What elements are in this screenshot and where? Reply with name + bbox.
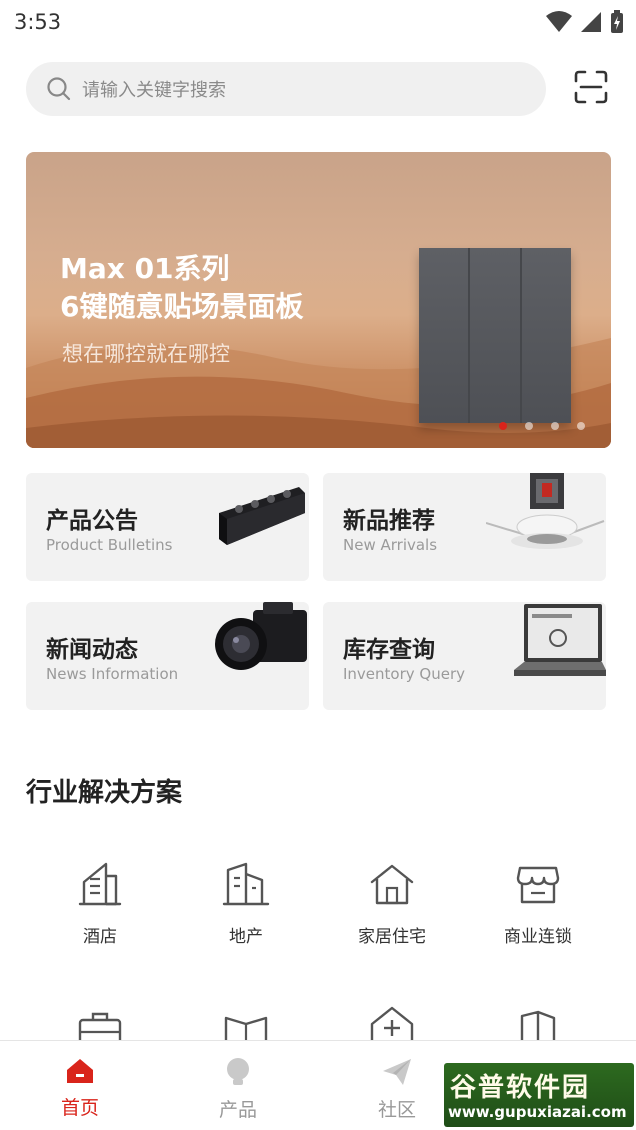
solution-label: 商业连锁: [504, 927, 572, 947]
status-time: 3:53: [14, 10, 62, 34]
scan-button[interactable]: [572, 68, 610, 106]
card-subtitle: Product Bulletins: [46, 536, 173, 554]
bulb-icon: [227, 1058, 249, 1085]
search-placeholder: 请输入关键字搜索: [82, 80, 226, 101]
nav-tab-home[interactable]: 首页: [30, 1057, 130, 1120]
house-icon: [370, 864, 414, 905]
solution-label: 酒店: [83, 927, 117, 947]
nav-label: 首页: [60, 1097, 99, 1119]
status-icons: [546, 10, 624, 34]
solution-label: 家居住宅: [358, 927, 426, 947]
banner-title-line1: Max 01系列: [60, 252, 230, 285]
track-light-bar-image: [219, 487, 305, 545]
solution-item-retail-chain[interactable]: 商业连锁: [465, 860, 611, 947]
carousel-dot[interactable]: [525, 422, 533, 430]
app-home-screen: 3:53 请输入关键字搜索 Max 01系列 6键随意贴场景面板 想在哪控就在哪…: [0, 0, 636, 1130]
card-title: 库存查询: [343, 637, 435, 663]
nav-label: 产品: [218, 1099, 257, 1121]
hotel-building-icon: [78, 862, 122, 906]
card-subtitle: Inventory Query: [343, 665, 465, 683]
send-icon: [383, 1059, 411, 1085]
card-title: 新品推荐: [343, 508, 435, 534]
card-subtitle: New Arrivals: [343, 536, 438, 554]
watermark-url: www.gupuxiazai.com: [448, 1103, 627, 1121]
panel-key: [470, 248, 522, 423]
card-news-information[interactable]: 新闻动态 News Information: [26, 602, 309, 710]
nav-label: 社区: [377, 1099, 416, 1121]
promo-banner[interactable]: Max 01系列 6键随意贴场景面板 想在哪控就在哪控: [26, 152, 611, 448]
carousel-indicator: [499, 422, 585, 430]
card-inventory-query[interactable]: 库存查询 Inventory Query: [323, 602, 606, 710]
solution-item-home[interactable]: 家居住宅: [319, 860, 465, 947]
card-subtitle: News Information: [46, 665, 179, 683]
search-icon: [47, 77, 71, 101]
status-bar: 3:53: [0, 0, 636, 44]
switch-panel-image: [419, 248, 571, 423]
card-title: 产品公告: [46, 508, 138, 534]
downlight-image: [486, 473, 605, 549]
watermark-logo: 谷普软件园 www.gupuxiazai.com: [444, 1063, 634, 1127]
real-estate-buildings-icon: [222, 862, 270, 906]
home-icon: [67, 1059, 93, 1083]
battery-icon: [611, 10, 623, 33]
carousel-dot-active[interactable]: [499, 422, 507, 430]
store-icon: [516, 866, 560, 904]
laptop-image: [514, 604, 606, 676]
banner-title: Max 01系列 6键随意贴场景面板: [60, 250, 303, 326]
signal-icon: [581, 12, 601, 32]
panel-key: [521, 248, 571, 423]
search-row: 请输入关键字搜索: [26, 62, 610, 116]
nav-tab-community[interactable]: 社区: [347, 1057, 447, 1122]
nav-tab-products[interactable]: 产品: [188, 1057, 288, 1122]
card-new-arrivals[interactable]: 新品推荐 New Arrivals: [323, 473, 606, 581]
scan-icon: [574, 70, 608, 104]
card-title: 新闻动态: [46, 637, 138, 663]
section-title-solutions: 行业解决方案: [26, 778, 183, 808]
search-input[interactable]: 请输入关键字搜索: [26, 62, 546, 116]
solution-label: 地产: [229, 927, 263, 947]
carousel-dot[interactable]: [577, 422, 585, 430]
solution-item-real-estate[interactable]: 地产: [173, 860, 319, 947]
card-product-bulletins[interactable]: 产品公告 Product Bulletins: [26, 473, 309, 581]
camera-image: [215, 602, 307, 670]
watermark-title: 谷普软件园: [450, 1073, 591, 1103]
carousel-dot[interactable]: [551, 422, 559, 430]
solution-item-hotel[interactable]: 酒店: [27, 860, 173, 947]
panel-key: [419, 248, 471, 423]
banner-subtitle: 想在哪控就在哪控: [62, 342, 230, 366]
banner-title-line2: 6键随意贴场景面板: [60, 290, 304, 323]
wifi-icon: [546, 11, 572, 32]
